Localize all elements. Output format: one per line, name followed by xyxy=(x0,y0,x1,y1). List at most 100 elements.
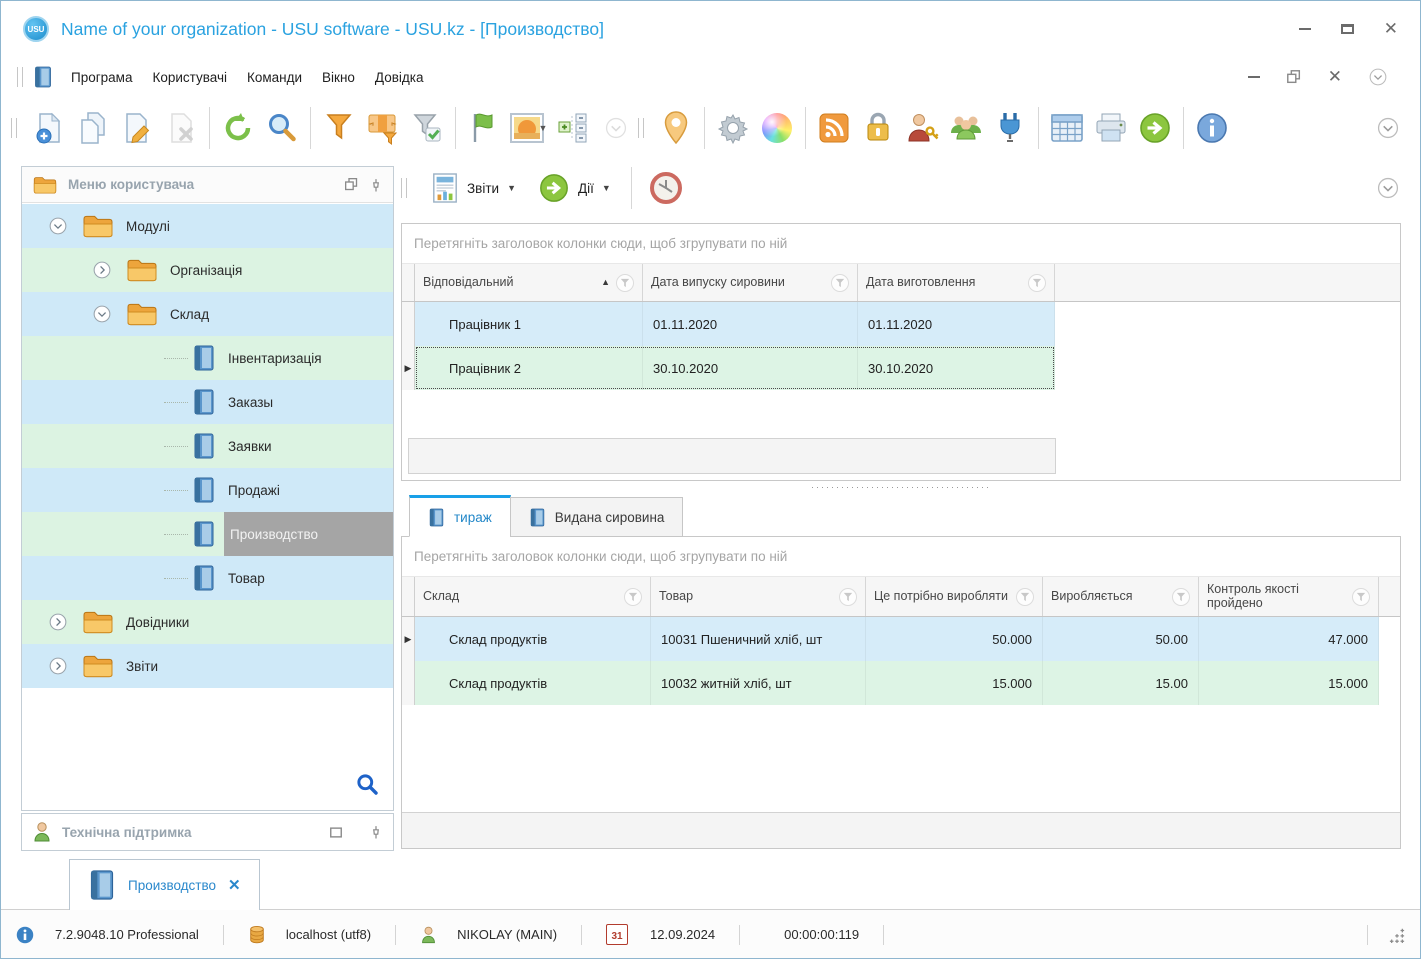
image-icon[interactable]: ▼ xyxy=(506,104,550,152)
minimize-icon[interactable] xyxy=(1299,28,1311,30)
location-pin-icon[interactable] xyxy=(654,104,698,152)
detail-toolbar-overflow-icon[interactable] xyxy=(1376,176,1400,200)
export-icon[interactable] xyxy=(1133,104,1177,152)
tree-item-dovidnyky[interactable]: Довідники xyxy=(22,600,393,644)
filter-funnel-icon[interactable] xyxy=(1352,588,1370,606)
column-header-sklad[interactable]: Склад xyxy=(415,577,651,616)
filter-funnel-icon[interactable] xyxy=(839,588,857,606)
scheduler-clock-icon[interactable] xyxy=(644,164,688,212)
image-dropdown-caret-icon[interactable]: ▼ xyxy=(539,123,548,133)
new-record-icon[interactable] xyxy=(27,104,71,152)
toolbar2-drag-handle[interactable] xyxy=(638,118,644,138)
support-pin-icon[interactable] xyxy=(369,824,383,840)
collapse-icon[interactable] xyxy=(92,304,112,324)
tree-item-tovar[interactable]: Товар xyxy=(22,556,393,600)
user-groups-icon[interactable] xyxy=(944,104,988,152)
filter-funnel-icon[interactable] xyxy=(1016,588,1034,606)
tab-tyrazh[interactable]: тираж xyxy=(409,495,511,537)
expand-icon[interactable] xyxy=(48,612,68,632)
expand-icon[interactable] xyxy=(92,260,112,280)
user-access-icon[interactable] xyxy=(900,104,944,152)
detail-toolbar-handle[interactable] xyxy=(401,178,407,198)
filter-funnel-icon[interactable] xyxy=(616,274,634,292)
tree-item-organizatsiya[interactable]: Організація xyxy=(22,248,393,292)
refresh-icon[interactable] xyxy=(216,104,260,152)
panel-pin-icon[interactable] xyxy=(369,177,383,193)
toolbar-drag-handle[interactable] xyxy=(11,118,17,138)
tab-vydana-syrovyna[interactable]: Видана сировина xyxy=(510,497,684,537)
table-icon[interactable] xyxy=(1045,104,1089,152)
tree-search-icon[interactable] xyxy=(355,772,379,796)
tree-item-inventarizatsiya[interactable]: Інвентаризація xyxy=(22,336,393,380)
mdi-close-icon[interactable]: ✕ xyxy=(1328,72,1342,82)
reports-caret-icon: ▼ xyxy=(507,183,516,193)
filter-settings-icon[interactable] xyxy=(361,104,405,152)
menu-commands[interactable]: Команди xyxy=(237,64,312,91)
lock-icon[interactable] xyxy=(856,104,900,152)
filter-funnel-icon[interactable] xyxy=(1028,274,1046,292)
print-icon[interactable] xyxy=(1089,104,1133,152)
detail-grid-footer xyxy=(402,812,1400,848)
panel-restore-icon[interactable] xyxy=(344,177,359,192)
copy-record-icon[interactable] xyxy=(71,104,115,152)
tree-item-zayavky[interactable]: Заявки xyxy=(22,424,393,468)
filter-apply-icon[interactable] xyxy=(405,104,449,152)
table-row-selected[interactable]: ▶ Працівник 2 30.10.2020 30.10.2020 xyxy=(402,346,1400,390)
mdi-restore-icon[interactable] xyxy=(1286,69,1302,85)
tree-item-moduli[interactable]: Модулі xyxy=(22,204,393,248)
info-icon[interactable] xyxy=(1190,104,1234,152)
column-header-responsible[interactable]: Відповідальний ▲ xyxy=(415,264,643,301)
filter-icon[interactable] xyxy=(317,104,361,152)
menu-help[interactable]: Довідка xyxy=(365,64,434,91)
column-header-production-date[interactable]: Дата виготовлення xyxy=(858,264,1055,301)
collapse-icon[interactable] xyxy=(48,216,68,236)
flag-icon[interactable] xyxy=(462,104,506,152)
menu-window[interactable]: Вікно xyxy=(312,64,365,91)
reports-button[interactable]: Звіти ▼ xyxy=(423,168,524,208)
tree-item-zvity[interactable]: Звіти xyxy=(22,644,393,688)
doc-tab-close-icon[interactable]: ✕ xyxy=(228,876,241,894)
document-tab-proizvodstvo[interactable]: Производство ✕ xyxy=(69,859,260,910)
expand-icon[interactable] xyxy=(48,656,68,676)
mdi-minimize-icon[interactable] xyxy=(1248,76,1260,78)
filter-funnel-icon[interactable] xyxy=(831,274,849,292)
table-row[interactable]: ▶ Склад продуктів 10031 Пшеничний хліб, … xyxy=(402,617,1400,661)
settings-gear-icon[interactable] xyxy=(711,104,755,152)
toolbar-overflow-icon[interactable] xyxy=(1366,104,1410,152)
plugin-icon[interactable] xyxy=(988,104,1032,152)
menu-program[interactable]: Програма xyxy=(61,64,142,91)
program-book-icon xyxy=(33,65,53,89)
column-header-tovar[interactable]: Товар xyxy=(651,577,866,616)
tech-support-panel[interactable]: Технічна підтримка xyxy=(21,813,394,851)
tree-item-sklad[interactable]: Склад xyxy=(22,292,393,336)
filter-funnel-icon[interactable] xyxy=(1172,588,1190,606)
menu-users[interactable]: Користувачі xyxy=(142,64,237,91)
main-toolbar: ▼ xyxy=(1,97,1420,159)
tree-item-zakazy[interactable]: Заказы xyxy=(22,380,393,424)
column-header-producing[interactable]: Виробляється xyxy=(1043,577,1199,616)
menubar-chevron-icon[interactable] xyxy=(1368,67,1388,87)
column-header-raw-release-date[interactable]: Дата випуску сировини xyxy=(643,264,858,301)
delete-record-icon[interactable] xyxy=(159,104,203,152)
tree-item-prodazhi[interactable]: Продажі xyxy=(22,468,393,512)
table-row[interactable]: Працівник 1 01.11.2020 01.11.2020 xyxy=(402,302,1400,346)
table-row[interactable]: Склад продуктів 10032 житній хліб, шт 15… xyxy=(402,661,1400,705)
search-icon[interactable] xyxy=(260,104,304,152)
edit-record-icon[interactable] xyxy=(115,104,159,152)
menubar-drag-handle[interactable] xyxy=(17,67,23,87)
actions-button[interactable]: Дії ▼ xyxy=(530,168,619,208)
grid-splitter[interactable]: ···································· xyxy=(401,482,1401,492)
fields-icon[interactable] xyxy=(550,104,594,152)
column-header-need-produce[interactable]: Це потрібно виробляти xyxy=(866,577,1043,616)
close-icon[interactable]: ✕ xyxy=(1384,24,1398,34)
color-palette-icon[interactable] xyxy=(755,104,799,152)
maximize-icon[interactable] xyxy=(1341,24,1354,34)
resize-grip-icon[interactable] xyxy=(1388,927,1406,943)
support-maximize-icon[interactable] xyxy=(329,826,343,839)
toolbar-more-icon[interactable] xyxy=(594,104,638,152)
user-icon xyxy=(420,925,437,945)
rss-feed-icon[interactable] xyxy=(812,104,856,152)
filter-funnel-icon[interactable] xyxy=(624,588,642,606)
tree-item-proizvodstvo-selected[interactable]: Производство xyxy=(22,512,393,556)
column-header-quality-control[interactable]: Контроль якості пройдено xyxy=(1199,577,1379,616)
